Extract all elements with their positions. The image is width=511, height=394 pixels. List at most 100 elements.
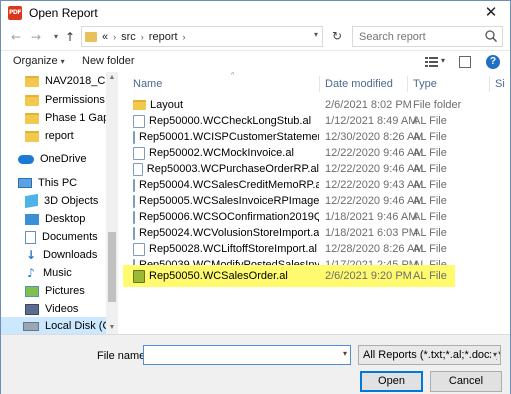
al-file-icon: [133, 178, 135, 192]
disk-icon: [23, 321, 39, 331]
nav-item-phase1[interactable]: Phase 1 Gap Dev: [1, 109, 106, 127]
nav-item-downloads[interactable]: ↓ Downloads: [1, 246, 106, 264]
search-icon: [485, 30, 498, 43]
folder-icon: [25, 75, 39, 87]
al-file-icon: [133, 269, 145, 283]
videos-icon: [25, 303, 39, 315]
address-bar[interactable]: « › src › report › ▾: [81, 26, 323, 47]
nav-item-local-disk[interactable]: Local Disk (C:): [1, 317, 106, 334]
search-input[interactable]: [359, 30, 484, 43]
organize-button[interactable]: Organize ▾: [13, 55, 65, 67]
open-button[interactable]: Open: [360, 371, 423, 392]
column-divider[interactable]: [407, 76, 408, 92]
documents-icon: [25, 230, 36, 244]
al-file-icon: [133, 226, 135, 240]
dialog-title: Open Report: [29, 6, 98, 20]
help-icon[interactable]: ?: [486, 55, 500, 69]
cancel-button[interactable]: Cancel: [430, 371, 502, 392]
nav-item-report[interactable]: report: [1, 127, 106, 145]
pdf-app-icon: PDF: [8, 6, 22, 20]
al-file-icon: [133, 114, 145, 128]
file-type-filter-value: All Reports (*.txt;*.al;*.docx;*.rd: [363, 349, 501, 361]
nav-item-videos[interactable]: Videos: [1, 300, 106, 318]
organize-label: Organize: [13, 55, 58, 67]
scroll-down-icon[interactable]: ▼: [106, 322, 118, 334]
chevron-right-icon: ›: [182, 31, 186, 42]
nav-item-documents[interactable]: Documents: [1, 228, 106, 246]
nav-item-pictures[interactable]: Pictures: [1, 282, 106, 300]
search-box[interactable]: [352, 26, 503, 47]
al-file-icon: [133, 194, 135, 208]
pc-icon: [18, 178, 32, 188]
scrollbar-thumb[interactable]: [108, 232, 116, 302]
al-file-icon: [133, 242, 145, 256]
file-row[interactable]: Rep50003.WCPurchaseOrderRP.al 12/22/2020 …: [123, 161, 511, 177]
chevron-right-icon: ›: [113, 31, 117, 42]
open-report-dialog: PDF Open Report ✕ ← → ▾ ↑ « › src › repo…: [0, 0, 511, 394]
chevron-down-icon: ▾: [490, 350, 497, 359]
column-header-size[interactable]: Si: [495, 78, 505, 90]
new-folder-button[interactable]: New folder: [82, 55, 135, 67]
column-divider[interactable]: [319, 76, 320, 92]
refresh-icon[interactable]: ↻: [327, 26, 347, 47]
folder-icon: [85, 31, 97, 42]
al-file-icon: [133, 210, 135, 224]
nav-item-onedrive[interactable]: OneDrive: [1, 150, 106, 168]
file-list: ^ Name Date modified Type Si Layout 2/6/2…: [119, 72, 511, 334]
al-file-icon: [133, 162, 143, 176]
downloads-icon: ↓: [25, 247, 37, 262]
nav-item-permissions[interactable]: Permissions: [1, 91, 106, 109]
file-row[interactable]: Rep50001.WCISPCustomerStatement.al 12/30/…: [123, 129, 511, 145]
nav-item-this-pc[interactable]: This PC: [1, 174, 106, 192]
close-icon[interactable]: ✕: [482, 3, 500, 21]
al-file-icon: [133, 146, 145, 160]
dialog-footer: File name: ▾ All Reports (*.txt;*.al;*.d…: [1, 334, 510, 394]
pictures-icon: [25, 285, 39, 297]
file-row[interactable]: Rep50005.WCSalesInvoiceRPImageSourc...12…: [123, 193, 511, 209]
file-row[interactable]: Rep50006.WCSOConfirmation2019Q3.al1/18/2…: [123, 209, 511, 225]
column-divider[interactable]: [489, 76, 490, 92]
forward-arrow-icon[interactable]: →: [27, 28, 45, 46]
column-header-type[interactable]: Type: [413, 78, 437, 90]
column-header-name[interactable]: Name: [133, 78, 162, 90]
music-icon: ♪: [27, 265, 35, 280]
file-type-filter[interactable]: All Reports (*.txt;*.al;*.docx;*.rd ▾: [358, 345, 501, 365]
breadcrumb-report[interactable]: report: [149, 31, 178, 43]
chevron-down-icon[interactable]: ▾: [343, 349, 347, 358]
file-row[interactable]: Rep50004.WCSalesCreditMemoRP.al 12/22/202…: [123, 177, 511, 193]
nav-item-3d-objects[interactable]: 3D Objects: [1, 192, 106, 210]
folder-icon: [25, 94, 39, 106]
file-row[interactable]: Rep50024.WCVolusionStoreImport.al 1/18/20…: [123, 225, 511, 241]
file-name-label: File name:: [97, 350, 149, 362]
file-row[interactable]: Rep50000.WCCheckLongStub.al 1/12/2021 8:4…: [123, 113, 511, 129]
file-name-input[interactable]: [147, 346, 333, 364]
breadcrumb-overflow[interactable]: «: [102, 31, 108, 43]
breadcrumb-src[interactable]: src: [121, 31, 136, 43]
address-dropdown-icon[interactable]: ▾: [314, 30, 318, 39]
desktop-icon: [25, 213, 39, 225]
file-name-combobox[interactable]: ▾: [143, 345, 351, 365]
nav-item-nav2018-cu37[interactable]: NAV2018_CU37: [1, 72, 106, 90]
file-row[interactable]: Rep50028.WCLiftoffStoreImport.al 12/28/20…: [123, 241, 511, 257]
back-arrow-icon[interactable]: ←: [7, 28, 25, 46]
al-file-icon: [133, 130, 135, 144]
folder-icon: [25, 130, 39, 142]
nav-item-music[interactable]: ♪ Music: [1, 264, 106, 282]
column-header-date[interactable]: Date modified: [325, 78, 393, 90]
chevron-right-icon: ›: [140, 31, 144, 42]
scroll-up-icon[interactable]: ▲: [106, 72, 118, 84]
file-row-highlighted[interactable]: Rep50050.WCSalesOrder.al 2/6/2021 9:20 PM…: [123, 265, 455, 287]
nav-item-desktop[interactable]: Desktop: [1, 210, 106, 228]
view-dropdown-icon[interactable]: ▾: [441, 56, 445, 65]
command-toolbar: Organize ▾ New folder ▾ ?: [1, 50, 510, 72]
folder-icon: [25, 112, 39, 124]
nav-pane-scrollbar[interactable]: ▲ ▼: [106, 72, 118, 334]
file-row[interactable]: Rep50002.WCMockInvoice.al 12/22/2020 9:46…: [123, 145, 511, 161]
file-row[interactable]: Layout 2/6/2021 8:02 PM File folder: [123, 97, 511, 113]
3d-objects-icon: [25, 193, 38, 209]
sort-caret-icon: ^: [231, 72, 235, 79]
folder-icon: [133, 100, 146, 110]
up-arrow-icon[interactable]: ↑: [61, 28, 79, 46]
preview-pane-icon[interactable]: [459, 56, 471, 68]
view-options-icon[interactable]: [425, 56, 438, 68]
